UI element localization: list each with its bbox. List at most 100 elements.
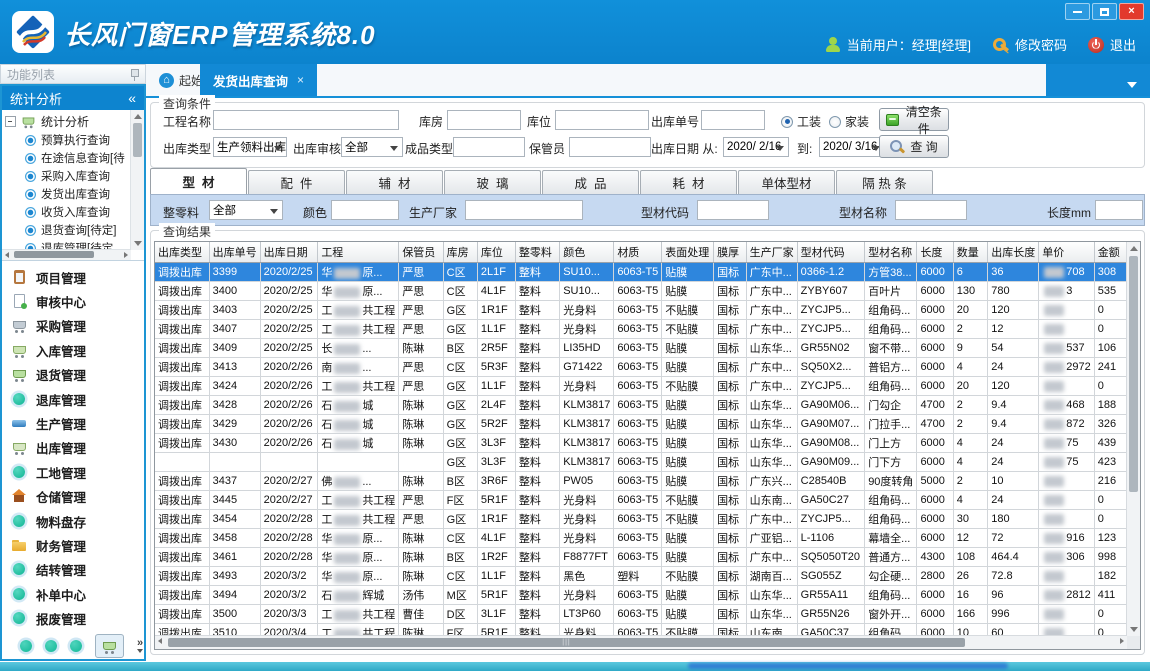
scroll-right-icon[interactable] — [124, 252, 128, 258]
column-header[interactable]: 出库日期 — [260, 242, 318, 263]
sidebar-item-warehouse[interactable]: 仓储管理 — [11, 486, 144, 508]
table-row[interactable]: 调拨出库33992020/2/25华原...严思C区2L1F整料SU10...6… — [155, 263, 1127, 282]
tree-item[interactable]: 退货查询[待定] — [5, 221, 131, 239]
table-row[interactable]: 调拨出库34372020/2/27佛...陈琳B区3R6F整料PW056063-… — [155, 472, 1127, 491]
material-tab[interactable]: 隔 热 条 — [836, 170, 933, 194]
sidebar-item-folder[interactable]: 财务管理 — [11, 534, 144, 556]
material-tab[interactable]: 成 品 — [542, 170, 639, 194]
status-dot-icon[interactable] — [45, 640, 57, 652]
tree-horizontal-scrollbar[interactable] — [2, 249, 131, 260]
material-tab[interactable]: 配 件 — [248, 170, 345, 194]
column-header[interactable]: 工程 — [318, 242, 399, 263]
sidebar-item-dot[interactable]: 物料盘存 — [11, 510, 144, 532]
radio-unchecked-icon[interactable] — [829, 116, 841, 128]
column-header[interactable]: 表面处理 — [662, 242, 714, 263]
radio-industrial[interactable]: 工装 — [781, 113, 821, 130]
scroll-up-icon[interactable] — [1130, 246, 1138, 251]
tree-root-node[interactable]: 统计分析 — [5, 112, 131, 131]
material-tab[interactable]: 耗 材 — [640, 170, 737, 194]
table-row[interactable]: 调拨出库34282020/2/26石城陈琳G区2L4F整料KLM38176063… — [155, 396, 1127, 415]
column-header[interactable]: 库位 — [477, 242, 515, 263]
tree-item[interactable]: 发货出库查询 — [5, 185, 131, 203]
tree-item[interactable]: 在途信息查询[待 — [5, 149, 131, 167]
sidebar-item-dot[interactable]: 报废管理 — [11, 608, 144, 630]
column-header[interactable]: 长度 — [917, 242, 953, 263]
tree-item[interactable]: 预算执行查询 — [5, 131, 131, 149]
sidebar-item-dot[interactable]: 退库管理 — [11, 388, 144, 410]
radio-home[interactable]: 家装 — [829, 113, 869, 130]
keeper-input[interactable] — [569, 137, 651, 157]
pin-icon[interactable] — [130, 68, 139, 81]
scroll-thumb[interactable] — [1129, 256, 1138, 492]
tab-shipment-outbound-query[interactable]: 发货出库查询 × — [200, 64, 317, 96]
material-tab[interactable]: 辅 材 — [346, 170, 443, 194]
column-header[interactable]: 材质 — [614, 242, 662, 263]
location-input[interactable] — [555, 110, 649, 130]
column-header[interactable]: 保管员 — [399, 242, 443, 263]
warehouse-input[interactable] — [447, 110, 521, 130]
scroll-right-icon[interactable] — [1120, 638, 1124, 644]
scroll-thumb[interactable] — [133, 123, 142, 157]
grid-vertical-scrollbar[interactable] — [1126, 242, 1140, 636]
grid-horizontal-scrollbar[interactable]: ||| — [155, 635, 1127, 649]
column-header[interactable]: 膜厚 — [714, 242, 746, 263]
radio-checked-icon[interactable] — [781, 116, 793, 128]
tree-item[interactable]: 采购入库查询 — [5, 167, 131, 185]
table-row[interactable]: 调拨出库34932020/3/2华原...陈琳C区1L1F整料黑色塑料不贴膜国标… — [155, 567, 1127, 586]
scroll-left-icon[interactable] — [158, 638, 162, 644]
table-row[interactable]: 调拨出库35002020/3/3工共工程曹佳D区3L1F整料LT3P606063… — [155, 605, 1127, 624]
clear-conditions-button[interactable]: 清空条件 — [879, 108, 949, 131]
table-row[interactable]: 调拨出库34092020/2/25长...陈琳B区2R5F整料LI35HD606… — [155, 339, 1127, 358]
logout-button[interactable]: 退出 — [1088, 35, 1136, 54]
material-tab[interactable]: 玻 璃 — [444, 170, 541, 194]
sidebar-item-clipboard[interactable]: 项目管理 — [11, 266, 144, 288]
column-header[interactable]: 出库长度 — [988, 242, 1039, 263]
column-header[interactable]: 数量 — [953, 242, 988, 263]
minimize-button[interactable] — [1065, 3, 1090, 20]
date-from-picker[interactable]: 2020/ 2/16 — [723, 137, 789, 157]
column-header[interactable]: 型材名称 — [865, 242, 917, 263]
collapse-icon[interactable]: « — [128, 90, 136, 106]
date-to-picker[interactable]: 2020/ 3/16 — [819, 137, 885, 157]
table-row[interactable]: 调拨出库34612020/2/28华原...陈琳B区1R2F整料F8877FT6… — [155, 548, 1127, 567]
scroll-down-icon[interactable] — [1130, 627, 1138, 632]
column-header[interactable]: 颜色 — [560, 242, 614, 263]
cart-shortcut-button[interactable] — [95, 634, 124, 658]
table-row[interactable]: 调拨出库34942020/3/2石辉城汤伟M区5R1F整料光身料6063-T5贴… — [155, 586, 1127, 605]
column-header[interactable]: 库房 — [443, 242, 477, 263]
table-row[interactable]: 调拨出库34542020/2/28工共工程严思G区1R1F整料光身料6063-T… — [155, 510, 1127, 529]
table-row[interactable]: 调拨出库34242020/2/26工共工程严思G区1L1F整料光身料6063-T… — [155, 377, 1127, 396]
column-header[interactable]: 金额 — [1094, 242, 1126, 263]
column-header[interactable]: 出库类型 — [155, 242, 209, 263]
part-select[interactable]: 全部 — [209, 200, 283, 220]
sidebar-item-cart[interactable]: 采购管理 — [11, 315, 144, 337]
manufacturer-input[interactable] — [465, 200, 583, 220]
more-button[interactable]: » — [137, 639, 143, 653]
table-row[interactable]: 调拨出库34582020/2/28华原...陈琳C区4L1F整料光身料6063-… — [155, 529, 1127, 548]
length-input[interactable] — [1095, 200, 1143, 220]
tab-close-icon[interactable]: × — [297, 73, 304, 87]
scroll-thumb[interactable] — [14, 251, 94, 258]
sidebar-item-cart-out[interactable]: 出库管理 — [11, 437, 144, 459]
column-header[interactable]: 出库单号 — [209, 242, 260, 263]
sidebar-item-cart-in[interactable]: 入库管理 — [11, 339, 144, 361]
sidebar-item-dot[interactable]: 补单中心 — [11, 583, 144, 605]
table-row[interactable]: 调拨出库34072020/2/25工共工程严思G区1L1F整料光身料6063-T… — [155, 320, 1127, 339]
tree-expander-icon[interactable] — [5, 116, 16, 127]
sidebar-item-document[interactable]: 审核中心 — [11, 291, 144, 313]
search-button[interactable]: 查 询 — [879, 135, 949, 158]
table-row[interactable]: 调拨出库34032020/2/25工共工程严思G区1R1F整料光身料6063-T… — [155, 301, 1127, 320]
column-header[interactable]: 生产厂家 — [746, 242, 797, 263]
close-window-button[interactable]: × — [1119, 3, 1144, 20]
column-header[interactable]: 整零料 — [515, 242, 559, 263]
order-no-input[interactable] — [701, 110, 765, 130]
project-name-input[interactable] — [213, 110, 399, 130]
tab-list-dropdown-icon[interactable] — [1127, 82, 1137, 88]
tree-item[interactable]: 收货入库查询 — [5, 203, 131, 221]
scroll-thumb[interactable]: ||| — [168, 638, 965, 647]
table-row[interactable]: 调拨出库34452020/2/27工共工程严思F区5R1F整料光身料6063-T… — [155, 491, 1127, 510]
tree-vertical-scrollbar[interactable] — [130, 110, 144, 250]
scroll-left-icon[interactable] — [5, 252, 9, 258]
profile-code-input[interactable] — [697, 200, 769, 220]
maximize-button[interactable] — [1092, 3, 1117, 20]
